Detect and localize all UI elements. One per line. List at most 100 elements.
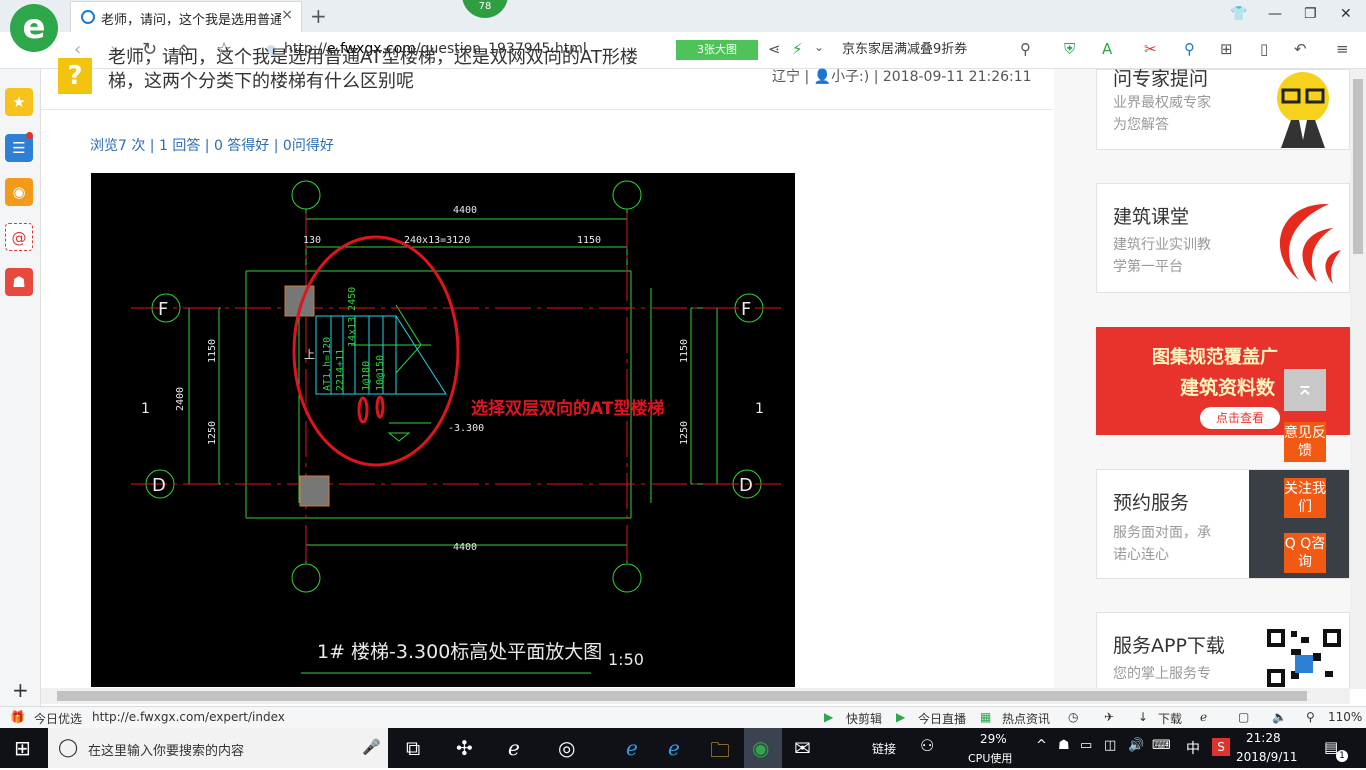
download-icon[interactable]: ↓ (1138, 710, 1148, 724)
vertical-scrollbar[interactable] (1350, 69, 1366, 689)
chevron-down-icon[interactable]: ⌄ (814, 40, 824, 54)
classroom-logo-icon (1259, 192, 1343, 286)
status-news[interactable]: 热点资讯 (1002, 710, 1050, 727)
ie-mode-icon[interactable]: ℯ (1200, 710, 1207, 724)
new-tab-button[interactable]: + (310, 4, 327, 28)
status-live[interactable]: 今日直播 (918, 710, 966, 727)
search-icon[interactable]: ⚲ (1020, 40, 1031, 58)
swirl-app-icon[interactable]: ◎ (558, 736, 575, 760)
weibo-icon[interactable]: ◉ (5, 178, 33, 206)
page-favicon-icon (81, 10, 95, 24)
mail-icon[interactable]: ✉ (794, 736, 811, 760)
status-url: http://e.fwxgx.com/expert/index (92, 710, 285, 724)
scissors-icon[interactable]: ✂ (1144, 40, 1157, 58)
zoom-icon[interactable]: ⚲ (1306, 710, 1315, 724)
translate-icon[interactable]: A (1102, 40, 1112, 58)
qq-consult-button[interactable]: Q Q咨询 (1284, 533, 1326, 573)
windows-start-icon[interactable]: ⊞ (14, 736, 31, 760)
classroom-card[interactable]: 建筑课堂 建筑行业实训教 学第一平台 (1096, 183, 1350, 293)
tray-network-icon[interactable]: ◫ (1104, 738, 1116, 753)
magnifier-icon[interactable]: ⚲ (1184, 40, 1195, 58)
feedback-button[interactable]: 意见反馈 (1284, 422, 1326, 462)
expert-card[interactable]: 问专家提问 业界最权威专家 为您解答 (1096, 68, 1350, 150)
vertical-scroll-thumb[interactable] (1353, 79, 1363, 254)
task-view-icon[interactable]: ⧉ (406, 736, 420, 760)
file-explorer-icon[interactable]: 🗀 (710, 736, 730, 770)
taskbar-link[interactable]: 链接 (872, 740, 896, 757)
speed-icon[interactable]: ◷ (1068, 710, 1078, 724)
expert-card-title: 问专家提问 (1113, 68, 1209, 90)
menu-icon[interactable]: ≡ (1336, 40, 1349, 58)
section-mark-left: 1 (141, 401, 150, 417)
clock-date[interactable]: 2018/9/11 (1236, 750, 1298, 764)
gift-icon[interactable]: 🎁 (10, 710, 25, 724)
browser-tab[interactable]: 老师，请问，这个我是选用普通A × (70, 1, 302, 32)
lightning-icon[interactable]: ⚡ (792, 40, 803, 58)
sogou-ime-icon[interactable]: S (1212, 738, 1230, 756)
restore-button[interactable]: ❐ (1304, 6, 1317, 22)
qr-code-icon[interactable] (1265, 627, 1343, 689)
shirt-icon[interactable]: 👕 (1230, 6, 1247, 22)
microphone-icon: 🎤 (362, 738, 381, 756)
volume-icon[interactable]: 🔈 (1272, 710, 1287, 724)
axis-F-left: F (158, 299, 168, 320)
app-card-title: 服务APP下载 (1113, 635, 1225, 657)
browser-360-icon[interactable]: ◉ (752, 736, 769, 760)
zoom-level[interactable]: 110% (1328, 710, 1362, 724)
back-icon[interactable]: ‹ (74, 39, 81, 60)
back-to-top-button[interactable]: ⌅ (1284, 369, 1326, 411)
shield-icon[interactable]: ⛨ (1064, 40, 1075, 58)
follow-us-button[interactable]: 关注我们 (1284, 478, 1326, 518)
axis-bubble (291, 180, 321, 210)
favorites-star-icon[interactable]: ★ (5, 88, 33, 116)
fan-app-icon[interactable]: ✣ (456, 736, 473, 760)
ie-icon[interactable]: ℯ (668, 736, 680, 760)
tray-chevron-icon[interactable]: ^ (1036, 738, 1047, 753)
undo-icon[interactable]: ↶ (1294, 40, 1307, 58)
question-stats[interactable]: 浏览7 次 | 1 回答 | 0 答得好 | 0问得好 (90, 135, 334, 155)
horizontal-scrollbar[interactable] (41, 688, 1350, 704)
tray-keyboard-icon[interactable]: ⌨ (1152, 738, 1171, 753)
minimize-button[interactable]: — (1268, 6, 1282, 22)
add-sidebar-button[interactable]: + (12, 678, 29, 702)
annotation-text: 选择双层双向的AT型楼梯 (471, 398, 664, 419)
tray-battery-icon[interactable]: ▭ (1080, 738, 1092, 753)
browser-logo-icon[interactable]: e (10, 4, 58, 52)
status-clip[interactable]: 快剪辑 (846, 710, 882, 727)
up-arrow-label: 上 (304, 348, 315, 361)
clip-icon[interactable]: ▶ (824, 710, 833, 724)
banner-cta-button[interactable]: 点击查看 (1200, 407, 1280, 429)
tablet-icon[interactable]: ▯ (1260, 40, 1268, 58)
ime-indicator[interactable]: 中 (1186, 738, 1200, 758)
window-icon[interactable]: ▢ (1238, 710, 1249, 724)
close-window-button[interactable]: ✕ (1340, 6, 1352, 22)
share-icon[interactable]: ⋖ (768, 40, 781, 58)
email-icon[interactable]: @ (5, 223, 33, 251)
dim-left-total: 2400 (175, 387, 186, 411)
status-download[interactable]: 下载 (1158, 710, 1182, 727)
tray-person-icon[interactable]: ☗ (1058, 738, 1070, 753)
tray-volume-icon[interactable]: 🔊 (1128, 738, 1144, 753)
dim-bottom: 4400 (453, 542, 477, 553)
taskbar-search[interactable]: ◯ 在这里输入你要搜索的内容 🎤 (48, 728, 388, 768)
user-icon: 👤 (813, 69, 832, 85)
apps-grid-icon[interactable]: ⊞ (1220, 40, 1233, 58)
cad-drawing-image[interactable]: 4400 4400 130 240x13=3120 1150 -3.300 24… (91, 173, 795, 687)
people-icon[interactable]: ⚇ (920, 736, 934, 755)
browser-e-icon[interactable]: ℯ (508, 736, 520, 760)
pin-icon[interactable]: ✈ (1104, 710, 1114, 724)
tab-close-button[interactable]: × (281, 7, 293, 23)
news-icon[interactable]: ▦ (980, 710, 991, 724)
today-pick-link[interactable]: 今日优选 (34, 710, 82, 727)
app-download-card[interactable]: 服务APP下载 您的掌上服务专 (1096, 612, 1350, 689)
horizontal-scroll-thumb[interactable] (57, 691, 1307, 701)
game-icon[interactable]: ☗ (5, 268, 33, 296)
dim-left-2: 1250 (207, 421, 218, 445)
clock-time[interactable]: 21:28 (1246, 731, 1281, 745)
user-name[interactable]: 小子:) (831, 69, 869, 85)
live-icon[interactable]: ▶ (896, 710, 905, 724)
edge-icon[interactable]: ℯ (626, 736, 638, 760)
search-input[interactable]: 京东家居满减叠9折券 (842, 40, 1042, 62)
tab-title: 老师，请问，这个我是选用普通A (101, 13, 281, 28)
appointment-card-sub2: 诺心连心 (1113, 547, 1169, 563)
